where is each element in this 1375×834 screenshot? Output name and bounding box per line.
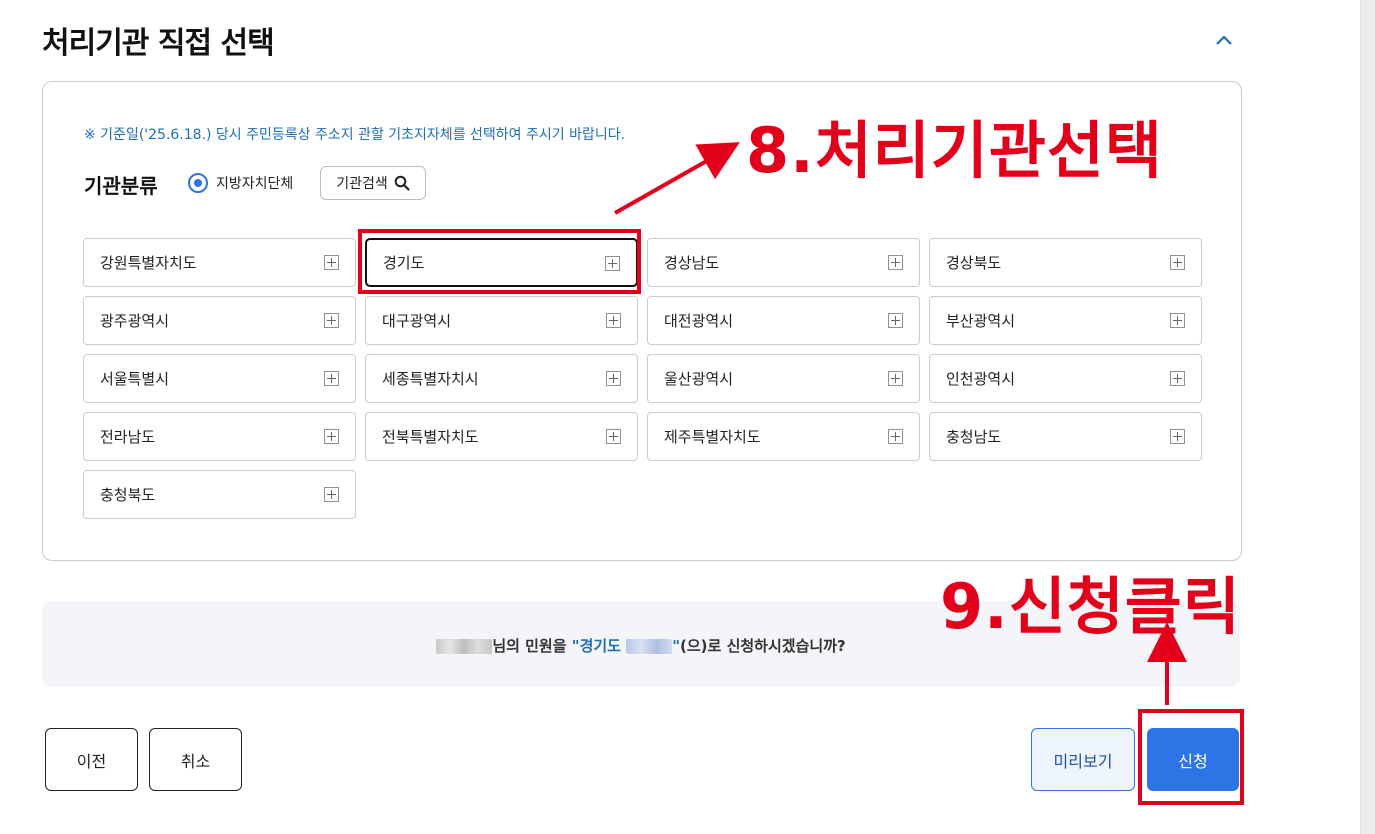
arrow-to-step8 bbox=[614, 142, 740, 215]
annotation-arrows bbox=[614, 142, 1187, 705]
